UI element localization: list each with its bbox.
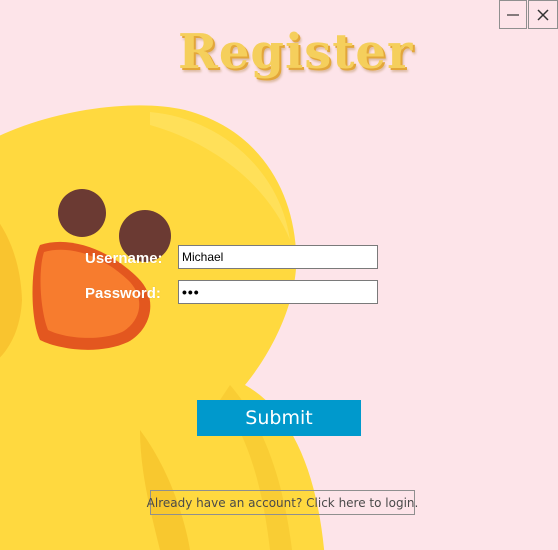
username-input[interactable]: Michael: [178, 245, 378, 269]
login-link-button[interactable]: Already have an account? Click here to l…: [147, 490, 418, 515]
submit-button[interactable]: Submit: [197, 400, 361, 436]
minimize-button[interactable]: [499, 0, 527, 29]
minimize-icon: [507, 13, 519, 16]
register-window: Register Username: Password: Michael •••…: [0, 0, 558, 550]
password-label: Password:: [85, 285, 161, 302]
page-title: Register: [178, 24, 414, 80]
password-input[interactable]: •••: [178, 280, 378, 304]
duck-mascot-illustration: [0, 105, 325, 550]
close-icon: [537, 8, 549, 21]
close-button[interactable]: [528, 0, 558, 29]
username-label: Username:: [85, 250, 163, 267]
